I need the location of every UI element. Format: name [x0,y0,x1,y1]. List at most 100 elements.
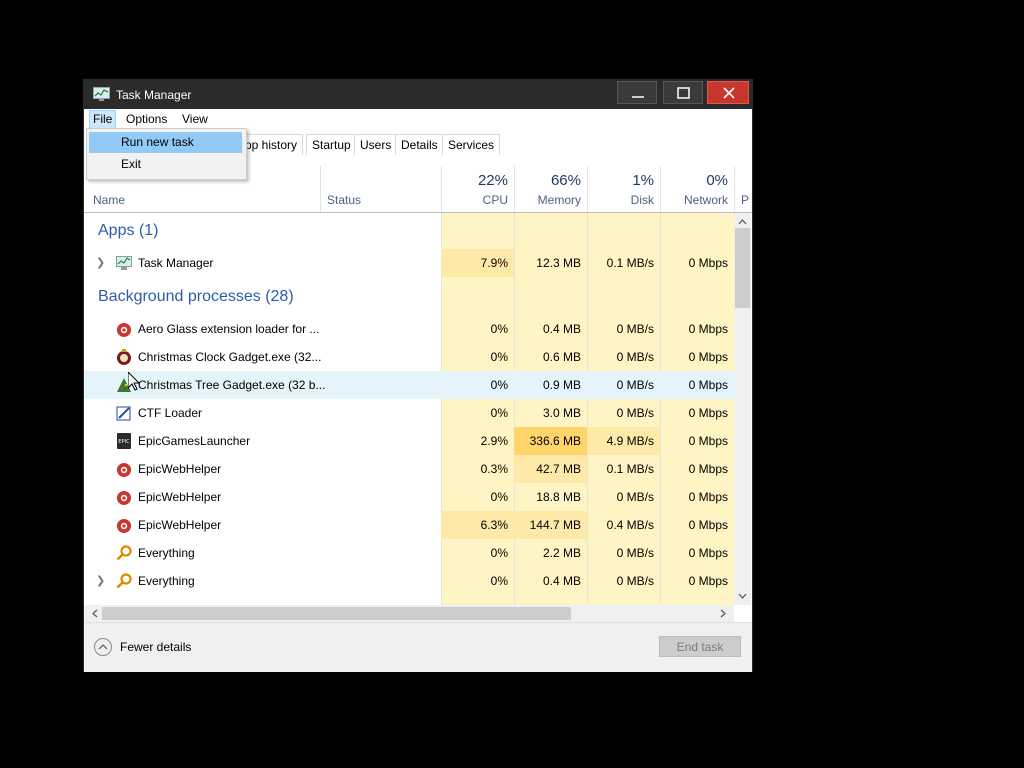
network-total: 0% [706,172,728,189]
network-cell: 0 Mbps [688,406,728,420]
close-button[interactable] [707,81,749,104]
chevron-up-icon[interactable] [94,638,112,656]
memory-cell: 0.9 MB [542,378,581,392]
process-name: Aero Glass extension loader for ... [138,322,320,336]
menu-file[interactable]: File [89,110,117,129]
ctf-icon [116,405,132,421]
column-status-label: Status [327,193,362,207]
cpu-cell: 0% [490,322,508,336]
power-label: P [741,193,750,207]
network-cell: 0 Mbps [688,574,728,588]
disk-cell: 0.4 MB/s [606,518,654,532]
process-row[interactable]: EpicWebHelper 0% 18.8 MB 0 MB/s 0 Mbps [84,483,734,511]
process-name: EpicWebHelper [138,518,222,532]
process-name: EpicWebHelper [138,490,222,504]
close-icon [723,87,735,99]
network-cell: 0 Mbps [688,546,728,560]
exit-item[interactable]: Exit [89,154,242,175]
cpu-cell: 0% [490,406,508,420]
process-row[interactable]: Everything 0% 2.2 MB 0 MB/s 0 Mbps [84,539,734,567]
run-new-task-item[interactable]: Run new task [89,132,242,153]
process-row[interactable]: ❯ Everything 0% 0.4 MB 0 MB/s 0 Mbps [84,567,734,595]
process-name: EpicGamesLauncher [138,434,251,448]
disk-cell: 0 MB/s [616,406,654,420]
process-row[interactable]: ❯ Task Manager 7.9% 12.3 MB 0.1 MB/s 0 Mbps [84,249,734,277]
scroll-up-icon [738,219,747,225]
network-cell: 0 Mbps [688,434,728,448]
window-title: Task Manager [116,88,192,102]
menu-bar: File Options View [84,109,752,129]
group-apps-label: Apps (1) [98,222,159,239]
column-memory[interactable]: 66% Memory [514,166,587,212]
process-row[interactable]: EPIC EpicGamesLauncher 2.9% 336.6 MB 4.9 MB/… [84,427,734,455]
memory-cell: 12.3 MB [536,256,581,270]
tab-app-history[interactable]: pp history [239,134,304,155]
end-task-button[interactable]: End task [659,636,741,657]
process-row[interactable]: EpicWebHelper 6.3% 144.7 MB 0.4 MB/s 0 Mbps [84,511,734,539]
tab-services[interactable]: Services [442,134,501,155]
process-name: Christmas Tree Gadget.exe (32 b... [138,378,326,392]
epicweb-icon [116,461,132,477]
minimize-button[interactable] [617,81,657,104]
menu-options[interactable]: Options [123,111,170,128]
column-disk[interactable]: 1% Disk [587,166,660,212]
process-row[interactable]: CTF Loader 0% 3.0 MB 0 MB/s 0 Mbps [84,399,734,427]
column-status[interactable]: Status [320,166,441,212]
memory-cell: 18.8 MB [536,490,581,504]
aeroglass-icon [116,321,132,337]
menu-view[interactable]: View [179,111,211,128]
clock-gadget-icon [116,349,132,365]
taskmgr-icon [116,255,132,271]
group-apps[interactable]: Apps (1) [84,217,734,245]
memory-cell: 0.6 MB [542,350,581,364]
everything-icon [116,573,132,589]
expand-chevron-icon[interactable]: ❯ [96,249,105,277]
disk-cell: 0 MB/s [616,490,654,504]
memory-cell: 0.4 MB [542,574,581,588]
expand-chevron-icon[interactable]: ❯ [96,567,105,595]
cpu-cell: 6.3% [441,511,514,539]
memory-cell: 2.2 MB [542,546,581,560]
svg-text:EPIC: EPIC [118,439,130,445]
cpu-total: 22% [477,172,508,189]
process-name: Task Manager [138,256,214,270]
title-bar[interactable]: Task Manager [84,80,752,109]
horizontal-scroll-thumb[interactable] [102,607,571,620]
maximize-icon [677,87,690,99]
epic-icon: EPIC [116,433,132,449]
task-manager-icon [93,87,110,101]
group-background[interactable]: Background processes (28) [84,283,734,311]
process-name: Everything [138,574,195,588]
vertical-scroll-thumb[interactable] [735,228,750,308]
process-row[interactable]: EpicWebHelper 0.3% 42.7 MB 0.1 MB/s 0 Mbps [84,455,734,483]
scroll-right-icon [720,609,726,618]
process-name: Everything [138,546,195,560]
network-cell: 0 Mbps [688,490,728,504]
disk-cell: 0.1 MB/s [606,462,654,476]
column-name-label: Name [93,193,126,207]
tab-users[interactable]: Users [354,134,398,155]
file-menu-dropdown: Run new task Exit [86,128,247,180]
disk-cell: 0.1 MB/s [606,256,654,270]
maximize-button[interactable] [663,81,703,104]
tab-startup[interactable]: Startup [306,134,357,155]
column-power[interactable]: P [734,166,752,212]
process-row[interactable]: Christmas Clock Gadget.exe (32... 0% 0.6 M… [84,343,734,371]
process-row[interactable]: Christmas Tree Gadget.exe (32 b... 0% 0.9 … [84,371,734,399]
cpu-cell: 0% [490,350,508,364]
cpu-cell: 0% [490,378,508,392]
column-cpu[interactable]: 22% CPU [441,166,514,212]
process-name: Christmas Clock Gadget.exe (32... [138,350,322,364]
network-label: Network [683,193,728,207]
disk-cell: 0 MB/s [616,546,654,560]
tab-details[interactable]: Details [395,134,444,155]
footer: Fewer details End task [84,622,752,672]
fewer-details-link[interactable]: Fewer details [120,640,191,654]
disk-cell: 0 MB/s [616,574,654,588]
process-list: Apps (1) Background processes (28) ❯ Task… [84,213,734,605]
disk-cell: 0 MB/s [616,378,654,392]
column-network[interactable]: 0% Network [660,166,734,212]
process-row[interactable]: Aero Glass extension loader for ... 0% 0.4… [84,315,734,343]
memory-cell: 3.0 MB [542,406,581,420]
network-cell: 0 Mbps [688,350,728,364]
